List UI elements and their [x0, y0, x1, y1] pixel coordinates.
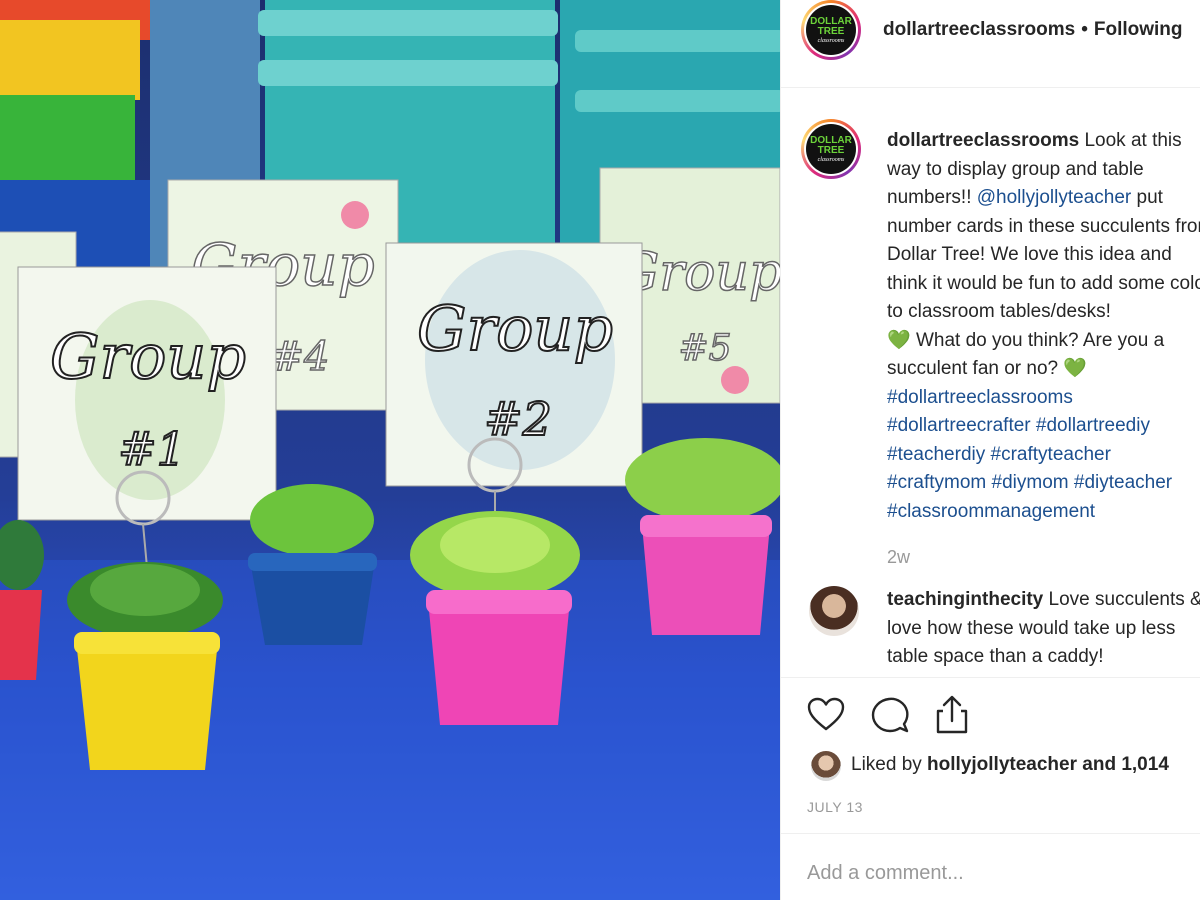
blue-pot — [248, 484, 377, 645]
hashtag-link[interactable]: #craftyteacher — [991, 444, 1111, 465]
hashtag-link[interactable]: #diymom — [992, 472, 1069, 493]
liker-username[interactable]: hollyjollyteacher — [927, 754, 1077, 775]
green-heart-icon: 💚 — [1063, 358, 1088, 379]
likes-prefix: Liked by — [851, 754, 928, 775]
yellow-pot — [67, 562, 223, 770]
card-5-number: #5 — [678, 328, 731, 369]
card-2-title: Group — [417, 292, 613, 365]
post-actions: Liked by hollyjollyteacher and 1,014 JUL… — [781, 677, 1200, 834]
post-header: DOLLAR TREE classrooms dollartreeclassro… — [781, 0, 1200, 88]
header-username[interactable]: dollartreeclassrooms — [883, 19, 1075, 40]
following-button[interactable]: Following — [1094, 19, 1183, 40]
group-card-2: Group #2 — [385, 242, 643, 493]
comments-section: DOLLAR TREE classrooms dollartreeclassro… — [781, 89, 1200, 677]
post-details-panel: DOLLAR TREE classrooms dollartreeclassro… — [780, 0, 1200, 900]
card-1-title: Group — [50, 320, 246, 393]
green-heart-icon: 💚 — [887, 329, 911, 351]
mention-link[interactable]: @hollyjollyteacher — [977, 187, 1131, 208]
hashtag-link[interactable]: #dollartreeclassrooms — [887, 387, 1073, 408]
hashtag-link[interactable]: #diyteacher — [1074, 472, 1172, 493]
likes-summary[interactable]: Liked by hollyjollyteacher and 1,014 — [851, 754, 1169, 776]
hashtag-link[interactable]: #classroommanagement — [887, 501, 1095, 522]
heart-icon[interactable] — [805, 694, 847, 736]
hashtag-link[interactable]: #craftymom — [887, 472, 986, 493]
post-caption: dollartreeclassrooms Look at this way to… — [887, 127, 1200, 526]
card-4-number: #4 — [271, 334, 330, 380]
group-card-1: Group #1 — [17, 266, 277, 526]
caption-text-3: What do you think? Are you a succulent f… — [887, 329, 1165, 380]
likes-count[interactable]: and 1,014 — [1077, 754, 1169, 775]
hashtag-link[interactable]: #teacherdiy — [887, 444, 985, 465]
post-photo: Group #4 Group #5 Group #1 Group #2 — [0, 0, 780, 900]
hashtag-link[interactable]: #dollartreecrafter — [887, 415, 1031, 436]
hashtag-link[interactable]: #dollartreediy — [1036, 415, 1150, 436]
add-comment-input[interactable] — [807, 862, 1187, 885]
card-1-number: #1 — [118, 422, 186, 476]
post-date[interactable]: JULY 13 — [807, 799, 863, 815]
header-username-line: dollartreeclassrooms • Following — [883, 19, 1183, 41]
comment-item: teachinginthecity Love succulents & I lo… — [887, 586, 1200, 672]
dollar-tree-logo: DOLLAR TREE classrooms — [806, 124, 856, 174]
separator-dot: • — [1081, 19, 1088, 40]
photo-scene: Group #4 Group #5 Group #1 Group #2 — [0, 0, 780, 900]
share-icon[interactable] — [931, 694, 973, 736]
caption-timestamp[interactable]: 2w — [887, 547, 910, 568]
dollar-tree-logo: DOLLAR TREE classrooms — [806, 5, 856, 55]
caption-avatar[interactable]: DOLLAR TREE classrooms — [801, 119, 861, 179]
liker-avatar[interactable] — [811, 751, 841, 781]
speech-bubble-icon[interactable] — [869, 694, 911, 736]
profile-avatar[interactable]: DOLLAR TREE classrooms — [801, 0, 861, 60]
comment-username[interactable]: teachinginthecity — [887, 589, 1043, 610]
commenter-avatar[interactable] — [809, 586, 859, 636]
caption-username[interactable]: dollartreeclassrooms — [887, 130, 1079, 151]
